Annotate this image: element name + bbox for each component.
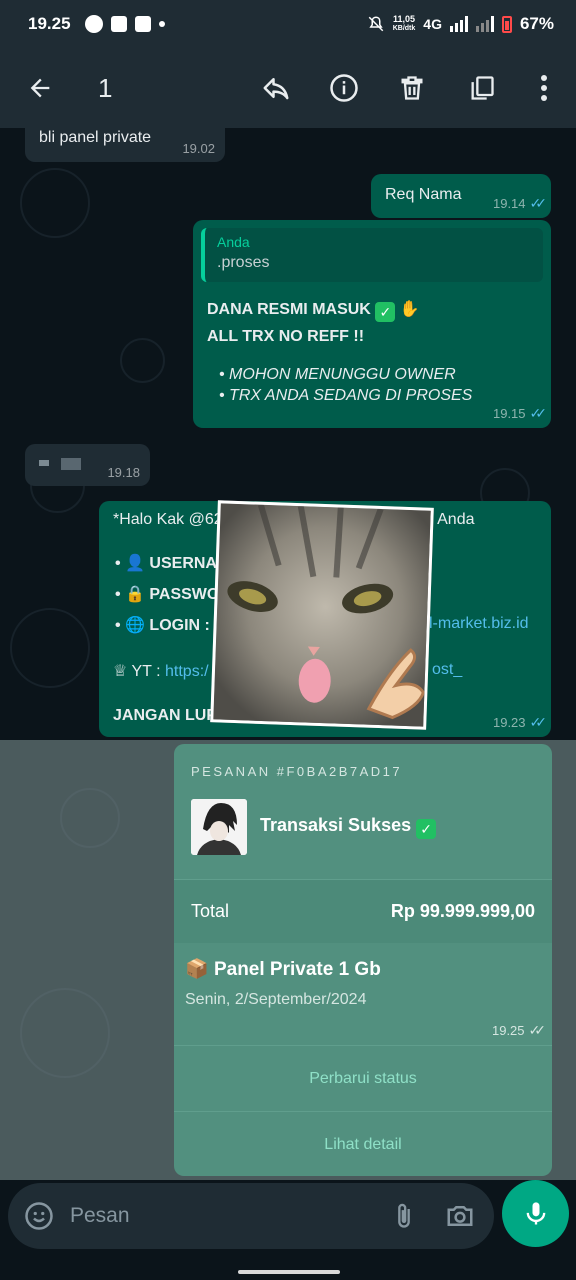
login-link[interactable]: l-market.biz.id bbox=[429, 615, 529, 633]
more-options-button[interactable] bbox=[516, 60, 572, 116]
login-label: LOGIN : bbox=[149, 617, 210, 634]
check-mark-emoji-icon: ✓ bbox=[375, 302, 396, 322]
message-bullet: • TRX ANDA SEDANG DI PROSES bbox=[219, 387, 473, 404]
crown-icon: ♕ bbox=[113, 663, 128, 680]
check-mark-emoji-icon: ✓ bbox=[416, 819, 437, 839]
composer-bar: Pesan bbox=[0, 1180, 576, 1280]
home-indicator[interactable] bbox=[238, 1270, 340, 1274]
message-text: bli panel private bbox=[39, 129, 152, 146]
network-type: 4G bbox=[423, 16, 442, 32]
selection-toolbar: 1 bbox=[0, 48, 576, 128]
order-date: Senin, 2/September/2024 bbox=[185, 991, 367, 1008]
message-incoming-redacted[interactable]: 19.18 bbox=[25, 444, 150, 486]
transaction-status: Transaksi Sukses ✓ bbox=[260, 815, 437, 839]
network-speed: 11,05 KB/dtk bbox=[393, 15, 416, 33]
attachment-icon[interactable] bbox=[390, 1201, 418, 1231]
message-time: 19.23 bbox=[492, 715, 526, 730]
message-time: 19.25 bbox=[491, 1023, 525, 1038]
more-vertical-icon bbox=[541, 75, 547, 101]
shopping-bag-icon bbox=[110, 16, 127, 32]
status-time: 19.25 bbox=[28, 14, 71, 33]
quote-text: .proses bbox=[217, 254, 270, 271]
back-button[interactable] bbox=[12, 60, 68, 116]
footer-text: JANGAN LUP bbox=[113, 707, 218, 724]
delivered-ticks-icon: ✓✓ bbox=[528, 1022, 547, 1038]
more-notifications-dot-icon bbox=[158, 21, 165, 27]
quoted-message[interactable]: Anda .proses bbox=[201, 228, 543, 282]
order-total-row: Total Rp 99.999.999,00 bbox=[174, 879, 552, 943]
microphone-icon bbox=[526, 1201, 545, 1224]
order-item: 📦 Panel Private 1 Gb Senin, 2/September/… bbox=[174, 943, 552, 1045]
speed-unit: KB/dtk bbox=[392, 25, 416, 32]
read-ticks-icon: ✓✓ bbox=[529, 405, 548, 421]
cat-sticker-image[interactable] bbox=[210, 500, 434, 730]
voice-record-button[interactable] bbox=[502, 1180, 569, 1247]
message-line: DANA RESMI MASUK bbox=[207, 301, 371, 318]
notification-icon bbox=[84, 15, 103, 33]
raising-hands-emoji-icon: ✋ bbox=[399, 301, 420, 318]
read-ticks-icon: ✓✓ bbox=[529, 195, 548, 211]
status-bar: 19.25 11,05 KB/dtk 4G 67% bbox=[0, 0, 576, 48]
chat-area[interactable]: bli panel private 19.02 Req Nama 19.14 ✓✓… bbox=[0, 128, 576, 1180]
message-time: 19.14 bbox=[492, 196, 526, 211]
username-label: USERNA bbox=[149, 555, 217, 572]
message-outgoing[interactable]: Req Nama 19.14 ✓✓ bbox=[371, 174, 551, 218]
camera-icon[interactable] bbox=[444, 1201, 476, 1231]
battery-level: 67% bbox=[519, 14, 554, 33]
total-label: Total bbox=[191, 901, 230, 921]
mute-bell-icon bbox=[368, 16, 383, 32]
message-time: 19.18 bbox=[107, 465, 140, 480]
speed-value: 11,05 bbox=[392, 14, 416, 24]
info-icon bbox=[330, 74, 358, 102]
message-text: Req Nama bbox=[385, 186, 462, 203]
yt-link-end[interactable]: ost_ bbox=[432, 661, 462, 679]
arrow-left-icon bbox=[30, 78, 50, 98]
message-bullet: • MOHON MENUNGGU OWNER bbox=[219, 366, 456, 383]
message-input[interactable]: Pesan bbox=[70, 1204, 390, 1228]
package-emoji-icon: 📦 bbox=[185, 959, 209, 980]
product-name: Panel Private 1 Gb bbox=[213, 959, 381, 980]
copy-icon bbox=[471, 76, 494, 100]
quote-author: Anda bbox=[217, 234, 250, 250]
reply-icon bbox=[263, 78, 289, 100]
lock-emoji-icon: 🔒 bbox=[125, 586, 145, 603]
signal-icon-2 bbox=[475, 16, 494, 32]
battery-icon bbox=[501, 15, 512, 33]
update-status-button[interactable]: Perbarui status bbox=[174, 1045, 552, 1111]
info-button[interactable] bbox=[316, 60, 372, 116]
read-ticks-icon: ✓✓ bbox=[529, 714, 548, 730]
globe-emoji-icon: 🌐 bbox=[125, 617, 145, 634]
redacted-content bbox=[39, 460, 49, 466]
greeting-end: l Anda bbox=[430, 511, 475, 528]
signal-icon bbox=[449, 16, 468, 32]
product-thumbnail-image bbox=[191, 799, 247, 855]
message-outgoing-reply[interactable]: Anda .proses DANA RESMI MASUK ✓ ✋ ALL TR… bbox=[193, 220, 551, 428]
message-time: 19.02 bbox=[182, 141, 215, 156]
selected-count: 1 bbox=[98, 72, 113, 103]
order-message-card[interactable]: PESANAN #F0BA2B7AD17 Transaksi Sukses ✓ … bbox=[174, 744, 552, 1176]
greeting-start: *Halo Kak @62 bbox=[113, 511, 223, 528]
reply-button[interactable] bbox=[248, 60, 304, 116]
view-detail-button[interactable]: Lihat detail bbox=[174, 1111, 552, 1176]
redacted-content bbox=[61, 458, 81, 470]
total-amount: Rp 99.999.999,00 bbox=[390, 901, 535, 921]
copy-button[interactable] bbox=[454, 60, 510, 116]
delete-button[interactable] bbox=[384, 60, 440, 116]
password-label: PASSWO bbox=[149, 586, 220, 603]
message-line: ALL TRX NO REFF !! bbox=[207, 328, 365, 345]
message-input-container[interactable]: Pesan bbox=[8, 1183, 494, 1249]
emoji-icon[interactable] bbox=[24, 1201, 54, 1231]
user-emoji-icon: 👤 bbox=[125, 555, 145, 572]
message-incoming[interactable]: bli panel private 19.02 bbox=[25, 128, 225, 162]
yt-link[interactable]: https:/ bbox=[165, 663, 209, 680]
message-time: 19.15 bbox=[492, 406, 526, 421]
trash-icon bbox=[401, 76, 423, 100]
email-icon bbox=[134, 16, 151, 32]
transaction-status-text: Transaksi Sukses bbox=[260, 815, 412, 835]
order-id: PESANAN #F0BA2B7AD17 bbox=[191, 764, 403, 779]
yt-label: YT : bbox=[131, 663, 161, 680]
